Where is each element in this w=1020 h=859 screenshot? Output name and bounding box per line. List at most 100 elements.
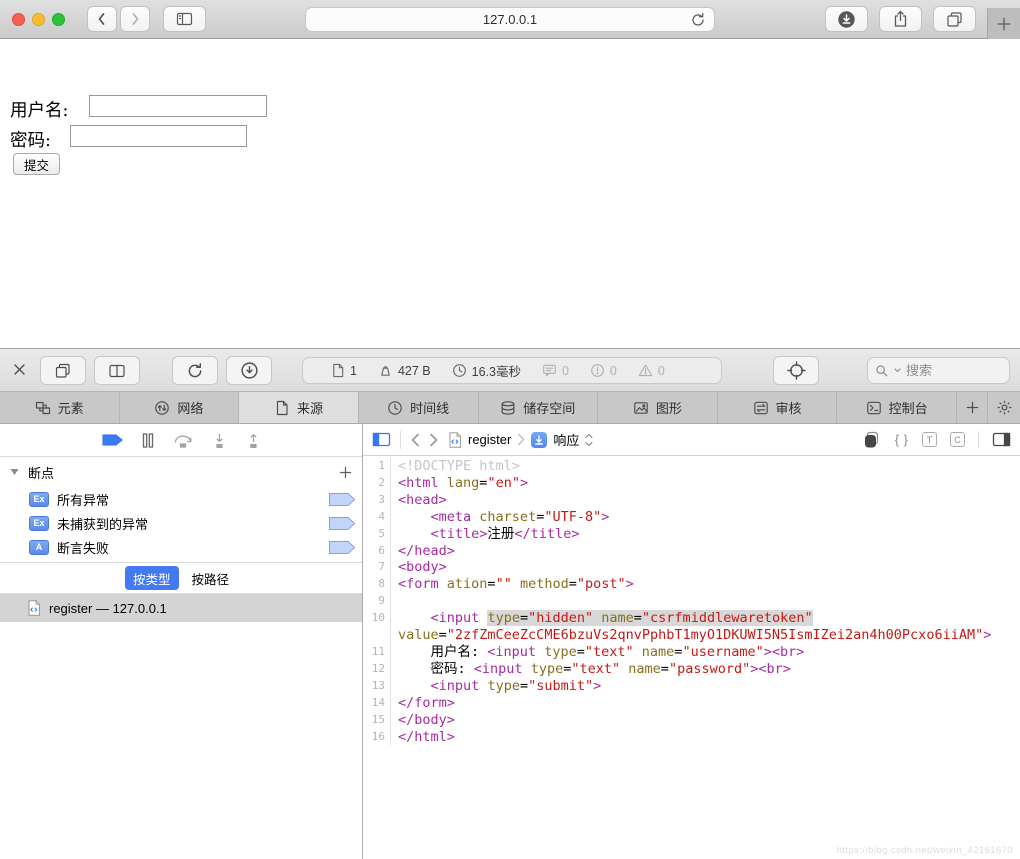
sort-chevrons-icon[interactable] [585,433,593,447]
back-button[interactable] [87,6,117,32]
zoom-window-button[interactable] [52,13,65,26]
code-line[interactable]: value="2zfZmCeeZcCME6bzuVs2qnvPphbT1myO1… [363,627,1020,644]
tab-sources[interactable]: 来源 [239,392,359,423]
console-count-stat[interactable]: 0 [542,363,569,378]
dock-side-button[interactable] [94,356,140,385]
breakpoint-row[interactable]: Ex未捕获到的异常 [0,511,362,535]
code-line[interactable]: 16</html> [363,729,1020,746]
local-override-icon[interactable] [863,431,882,449]
line-number[interactable]: 1 [363,458,391,475]
add-breakpoint-button[interactable] [339,466,352,479]
line-number[interactable]: 3 [363,492,391,509]
line-number[interactable] [363,627,391,644]
code-line[interactable]: 1<!DOCTYPE html> [363,458,1020,475]
code-line[interactable]: 5 <title>注册</title> [363,526,1020,543]
line-number[interactable]: 7 [363,559,391,576]
submit-button[interactable]: 提交 [13,153,60,175]
line-number[interactable]: 9 [363,593,391,610]
disclosure-triangle-icon[interactable] [10,468,19,476]
show-tabs-button[interactable] [933,6,976,32]
breakpoints-toggle-icon[interactable] [102,434,123,446]
add-tab-button[interactable] [957,392,988,423]
element-picker-button[interactable] [773,356,819,385]
url-bar[interactable]: 127.0.0.1 [305,7,715,32]
code-line[interactable]: 4 <meta charset="UTF-8"> [363,509,1020,526]
breadcrumb-resource[interactable]: register [468,432,511,447]
code-line[interactable]: 15</body> [363,712,1020,729]
breakpoint-row[interactable]: Ex所有异常 [0,487,362,511]
sidebar-toggle-button[interactable] [163,6,206,32]
line-number[interactable]: 5 [363,526,391,543]
step-into-icon[interactable] [212,433,227,448]
line-number[interactable]: 12 [363,661,391,678]
panel-sidebar-toggle-icon[interactable] [372,432,391,447]
password-field[interactable] [70,125,247,147]
close-window-button[interactable] [12,13,25,26]
code-line[interactable]: 7<body> [363,559,1020,576]
line-number[interactable]: 10 [363,610,391,627]
inspector-search[interactable] [867,357,1010,384]
history-forward-icon[interactable] [429,433,439,447]
close-inspector-button[interactable] [12,362,27,377]
scope-button[interactable]: 按类型 [125,566,179,590]
pause-icon[interactable] [142,433,154,448]
error-count-stat[interactable]: 0 [590,363,617,378]
code-line[interactable]: 10 <input type="hidden" name="csrfmiddle… [363,610,1020,627]
search-input[interactable] [906,363,1001,378]
code-line[interactable]: 9 [363,593,1020,610]
code-line[interactable]: 3<head> [363,492,1020,509]
inspector-reload-button[interactable] [172,356,218,385]
step-over-icon[interactable] [173,433,193,448]
breakpoint-flag-icon[interactable] [329,493,355,506]
code-line[interactable]: 2<html lang="en"> [363,475,1020,492]
code-line[interactable]: 6</head> [363,543,1020,560]
tab-storage[interactable]: 储存空间 [479,392,599,423]
forward-button[interactable] [120,6,150,32]
minimize-window-button[interactable] [32,13,45,26]
details-sidebar-toggle-icon[interactable] [992,432,1011,447]
breakpoint-flag-icon[interactable] [329,541,355,554]
line-number[interactable]: 2 [363,475,391,492]
load-time-stat[interactable]: 16.3毫秒 [452,361,521,380]
line-number[interactable]: 16 [363,729,391,746]
detach-inspector-button[interactable] [40,356,86,385]
tab-elements[interactable]: 元素 [0,392,120,423]
line-number[interactable]: 8 [363,576,391,593]
code-line[interactable]: 8<form ation="" method="post"> [363,576,1020,593]
warning-count-stat[interactable]: 0 [638,363,665,378]
line-number[interactable]: 4 [363,509,391,526]
line-number[interactable]: 15 [363,712,391,729]
code-line[interactable]: 11 用户名: <input type="text" name="usernam… [363,644,1020,661]
line-number[interactable]: 6 [363,543,391,560]
line-number[interactable]: 11 [363,644,391,661]
source-code-editor[interactable]: 1<!DOCTYPE html>2<html lang="en">3<head>… [363,456,1020,859]
tab-network[interactable]: 网络 [120,392,240,423]
downloads-button[interactable] [825,6,868,32]
tab-console[interactable]: 控制台 [837,392,957,423]
username-field[interactable] [89,95,267,117]
reload-icon[interactable] [690,12,706,28]
breakpoint-row[interactable]: A断言失败 [0,535,362,559]
line-number[interactable]: 14 [363,695,391,712]
line-number[interactable]: 13 [363,678,391,695]
code-line[interactable]: 14</form> [363,695,1020,712]
new-tab-button[interactable] [987,8,1020,39]
breadcrumb-panel[interactable]: 响应 [553,430,579,449]
tab-graphics[interactable]: 图形 [598,392,718,423]
code-line[interactable]: 12 密码: <input type="text" name="password… [363,661,1020,678]
tab-timelines[interactable]: 时间线 [359,392,479,423]
pretty-print-icon[interactable]: { } [895,432,909,447]
type-profiler-icon[interactable]: T [922,432,937,447]
resource-count-stat[interactable]: 1 [331,363,357,378]
step-out-icon[interactable] [246,433,261,448]
transfer-size-stat[interactable]: 427 B [378,363,431,378]
scope-button[interactable]: 按路径 [184,566,238,590]
code-line[interactable]: 13 <input type="submit"> [363,678,1020,695]
inspector-settings-button[interactable] [988,392,1020,423]
share-button[interactable] [879,6,922,32]
code-coverage-icon[interactable]: C [950,432,965,447]
tab-audit[interactable]: 审核 [718,392,838,423]
save-file-button[interactable] [226,356,272,385]
history-back-icon[interactable] [410,433,420,447]
resource-row[interactable]: register — 127.0.0.1 [0,594,362,622]
